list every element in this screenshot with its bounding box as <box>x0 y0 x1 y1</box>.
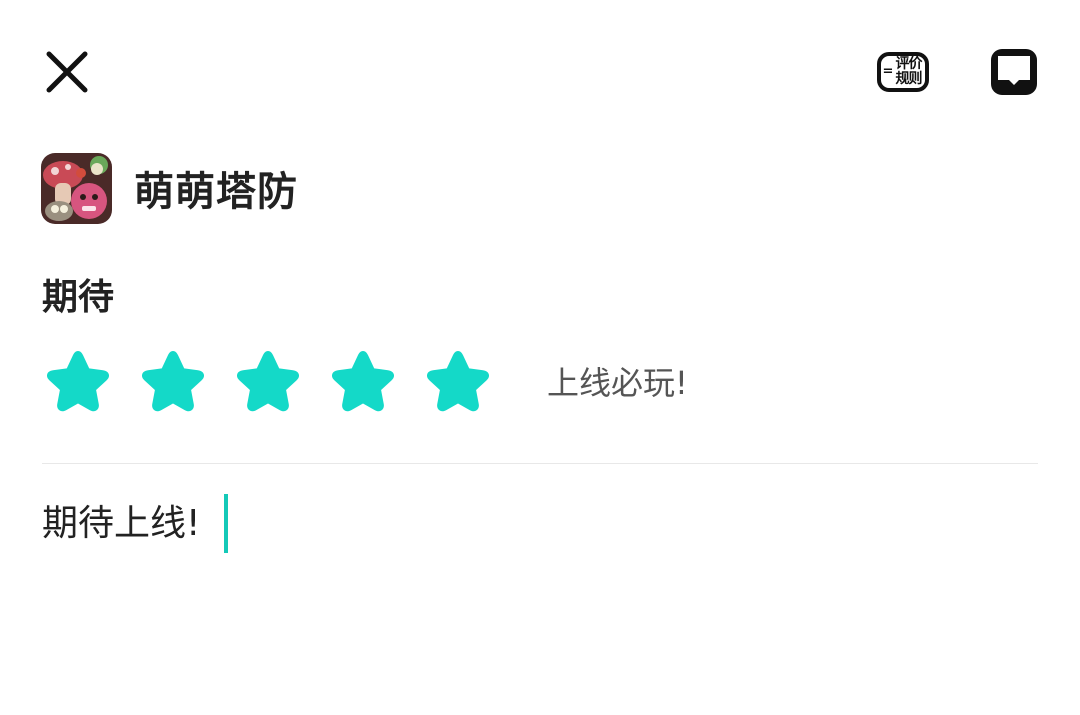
star-rating[interactable]: 上线必玩! <box>42 346 688 416</box>
rules-label-line2: 规则 <box>895 71 922 87</box>
app-info: 萌萌塔防 <box>41 152 298 224</box>
app-name: 萌萌塔防 <box>134 169 298 215</box>
star-icon <box>236 351 300 412</box>
star-1[interactable] <box>42 347 114 415</box>
star-4[interactable] <box>327 347 399 415</box>
review-rules-badge: = 评价 规则 <box>876 52 930 92</box>
star-2[interactable] <box>137 347 209 415</box>
star-icon <box>331 351 395 412</box>
star-5[interactable] <box>422 347 494 415</box>
rules-label-line1: 评价 <box>895 56 922 72</box>
rating-section-label: 期待 <box>42 277 115 318</box>
divider <box>42 463 1038 464</box>
game-app-icon <box>41 152 112 224</box>
close-icon <box>46 51 88 93</box>
star-icon <box>426 351 490 412</box>
star-icon <box>46 351 110 412</box>
star-3[interactable] <box>232 347 304 415</box>
star-icon <box>141 351 205 412</box>
text-cursor <box>224 494 229 553</box>
top-bar: = 评价 规则 <box>0 0 1080 140</box>
feedback-icon <box>991 49 1037 95</box>
close-button[interactable] <box>40 45 94 99</box>
feedback-button[interactable] <box>986 44 1042 100</box>
rating-description: 上线必玩! <box>547 364 688 402</box>
review-rules-button[interactable]: = 评价 规则 <box>872 44 934 100</box>
rules-list-icon: = <box>882 64 894 79</box>
review-input[interactable]: 期待上线! <box>42 494 1038 694</box>
review-text: 期待上线! <box>42 503 201 544</box>
